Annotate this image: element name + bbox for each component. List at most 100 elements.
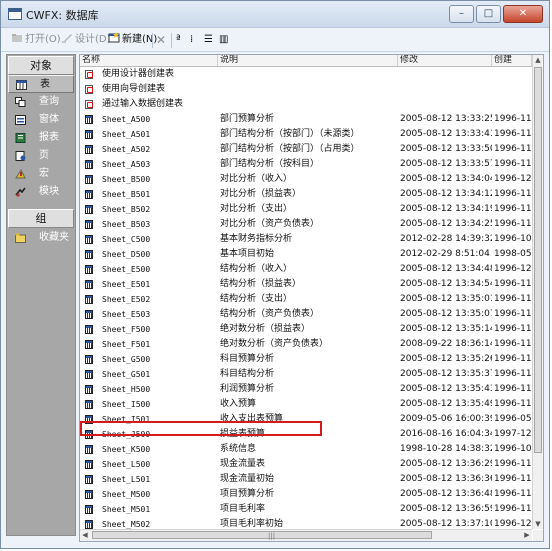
table-row[interactable]: 使用设计器创建表 <box>80 67 532 82</box>
open-button[interactable]: 打开(O) <box>11 32 61 48</box>
cell-name: Sheet_L500 <box>102 460 151 469</box>
table-row[interactable]: Sheet_G501 科目结构分析 2005-08-12 13:35:37 1996-… <box>80 367 532 382</box>
window-controls: – □ ✕ <box>447 5 543 23</box>
sidebar-item-label: 窗体 <box>39 114 59 125</box>
create-table-shortcut-icon <box>85 100 93 109</box>
table-row[interactable]: Sheet_M500 项目预算分析 2005-08-12 13:36:48 1996-… <box>80 487 532 502</box>
table-row[interactable]: Sheet_L501 现金流量初始 2005-08-12 13:36:36 1996-… <box>80 472 532 487</box>
table-icon <box>85 475 93 484</box>
table-row[interactable]: Sheet_H500 利润预算分析 2005-08-12 13:35:43 1996-… <box>80 382 532 397</box>
cell-description: 结构分析（资产负债表） <box>220 309 320 319</box>
scroll-left-icon[interactable]: ◀ <box>80 530 90 541</box>
cell-created: 1996-10-2 <box>494 234 532 244</box>
large-icons-button[interactable]: ª <box>176 32 181 48</box>
table-row[interactable]: Sheet_I500 收入预算 2005-08-12 13:35:49 1996-11… <box>80 397 532 412</box>
sidebar-item-favorites[interactable]: 收藏夹 <box>8 229 74 247</box>
cell-modified: 2008-09-22 18:36:14 <box>400 339 492 349</box>
objects-header[interactable]: 对象 <box>8 56 74 75</box>
vertical-scrollbar[interactable]: ▲ ▼ <box>532 55 543 529</box>
table-row[interactable]: 通过输入数据创建表 <box>80 97 532 112</box>
cell-modified: 2005-08-12 13:35:14 <box>400 324 492 334</box>
large-icons-icon: ª <box>176 34 181 45</box>
scrollbar-corner <box>533 530 543 541</box>
table-icon <box>85 310 93 319</box>
table-row[interactable]: Sheet_K500 系统信息 1998-10-28 14:38:32 1996-10… <box>80 442 532 457</box>
table-row[interactable]: Sheet_M501 项目毛利率 2005-08-12 13:36:59 1996-1… <box>80 502 532 517</box>
cell-modified: 2005-08-12 13:36:59 <box>400 504 492 514</box>
sidebar-item-forms[interactable]: 窗体 <box>8 111 74 129</box>
table-row[interactable]: Sheet_F500 绝对数分析（损益表） 2005-08-12 13:35:14 1… <box>80 322 532 337</box>
column-header-description[interactable]: 说明 <box>218 55 398 66</box>
table-row[interactable]: Sheet_B501 对比分析（损益表） 2005-08-12 13:34:12 19… <box>80 187 532 202</box>
table-icon <box>85 280 93 289</box>
scroll-up-icon[interactable]: ▲ <box>533 55 543 65</box>
sidebar-item-macros[interactable]: 宏 <box>8 165 74 183</box>
list-view-button[interactable]: ☰ <box>204 32 213 48</box>
table-row[interactable]: Sheet_B500 对比分析（收入） 2005-08-12 13:34:04 199… <box>80 172 532 187</box>
table-row[interactable]: Sheet_A503 部门结构分析（按科目） 2005-08-12 13:33:57… <box>80 157 532 172</box>
cell-created: 1996-11-1 <box>494 504 532 514</box>
table-icon <box>85 460 93 469</box>
page-icon <box>15 151 26 161</box>
table-row[interactable]: Sheet_E500 结构分析（收入） 2005-08-12 13:34:48 199… <box>80 262 532 277</box>
scroll-right-icon[interactable]: ▶ <box>522 530 532 541</box>
cell-description: 结构分析（损益表） <box>220 279 302 289</box>
sidebar-item-label: 模块 <box>39 186 59 197</box>
cell-description: 绝对数分析（资产负债表） <box>220 339 329 349</box>
table-row[interactable]: Sheet_F501 绝对数分析（资产负债表） 2008-09-22 18:36:1… <box>80 337 532 352</box>
object-bar: 对象 表 查询 窗体 报表 页 宏 模块 组 收藏夹 <box>6 54 76 536</box>
table-row[interactable]: Sheet_A502 部门结构分析（按部门）（占用类） 2005-08-12 13:… <box>80 142 532 157</box>
sidebar-item-tables[interactable]: 表 <box>8 75 74 93</box>
table-row[interactable]: Sheet_L500 现金流量表 2005-08-12 13:36:29 1996-1… <box>80 457 532 472</box>
table-row[interactable]: Sheet_G500 科目预算分析 2005-08-12 13:35:26 1996-… <box>80 352 532 367</box>
new-button[interactable]: 新建(N) <box>108 32 157 48</box>
table-row[interactable]: Sheet_E501 结构分析（损益表） 2005-08-12 13:34:54 19… <box>80 277 532 292</box>
column-header-created[interactable]: 创建 <box>492 55 532 66</box>
column-header-name[interactable]: 名称 <box>80 55 218 66</box>
cell-description: 现金流量初始 <box>220 474 275 484</box>
design-button[interactable]: 设计(D) <box>61 32 111 48</box>
scroll-down-icon[interactable]: ▼ <box>533 519 543 529</box>
sidebar-item-modules[interactable]: 模块 <box>8 183 74 201</box>
cell-name: Sheet_F501 <box>102 340 151 349</box>
maximize-button[interactable]: □ <box>476 5 501 23</box>
horizontal-scroll-thumb[interactable]: ||| <box>92 531 432 540</box>
sidebar-item-queries[interactable]: 查询 <box>8 93 74 111</box>
new-table-icon <box>108 32 120 43</box>
cell-description: 部门结构分析（按部门）（未源类） <box>220 129 360 139</box>
table-row[interactable]: Sheet_A500 部门预算分析 2005-08-12 13:33:25 1996-… <box>80 112 532 127</box>
sidebar-item-reports[interactable]: 报表 <box>8 129 74 147</box>
close-button[interactable]: ✕ <box>503 5 543 23</box>
table-icon <box>85 250 93 259</box>
table-row[interactable]: Sheet_B503 对比分析（资产负债表） 2005-08-12 13:34:25… <box>80 217 532 232</box>
table-icon <box>85 355 93 364</box>
table-icon <box>85 205 93 214</box>
table-row[interactable]: Sheet_E502 结构分析（支出） 2005-08-12 13:35:01 199… <box>80 292 532 307</box>
table-row[interactable]: Sheet_D500 基本项目初始 2012-02-29 8:51:04 1998-0… <box>80 247 532 262</box>
delete-button[interactable]: ✕ <box>156 32 166 48</box>
horizontal-scrollbar[interactable]: ◀ ||| ▶ <box>80 529 532 541</box>
small-icons-button[interactable]: ⁞ <box>190 32 193 48</box>
column-header-modified[interactable]: 修改 <box>398 55 492 66</box>
details-view-button[interactable]: ▥ <box>219 32 228 48</box>
table-row[interactable]: Sheet_E503 结构分析（资产负债表） 2005-08-12 13:35:07… <box>80 307 532 322</box>
cell-name: 通过输入数据创建表 <box>102 99 184 109</box>
groups-header[interactable]: 组 <box>8 209 74 228</box>
object-list[interactable]: 名称 说明 修改 创建 使用设计器创建表 使用向导创建表通过输入数据创建表 Shee… <box>79 54 544 542</box>
vertical-scroll-thumb[interactable] <box>534 67 542 453</box>
minimize-button[interactable]: – <box>449 5 474 23</box>
table-row[interactable]: 使用向导创建表 <box>80 82 532 97</box>
cell-description: 对比分析（支出） <box>220 204 293 214</box>
cell-name: Sheet_B503 <box>102 220 151 229</box>
table-row[interactable]: Sheet_C500 基本财务指标分析 2012-02-28 14:39:32 199… <box>80 232 532 247</box>
cell-created: 1996-05-1 <box>494 414 532 424</box>
cell-created: 1996-11-2 <box>494 399 532 409</box>
cell-description: 结构分析（收入） <box>220 264 293 274</box>
table-row[interactable]: Sheet_A501 部门结构分析（按部门）（未源类） 2005-08-12 13:… <box>80 127 532 142</box>
title-bar[interactable]: CWFX: 数据库 – □ ✕ <box>1 1 549 28</box>
sidebar-item-pages[interactable]: 页 <box>8 147 74 165</box>
cell-name: Sheet_B502 <box>102 205 151 214</box>
sidebar-item-label: 表 <box>40 79 50 90</box>
query-icon <box>15 97 26 107</box>
table-row[interactable]: Sheet_B502 对比分析（支出） 2005-08-12 13:34:19 199… <box>80 202 532 217</box>
